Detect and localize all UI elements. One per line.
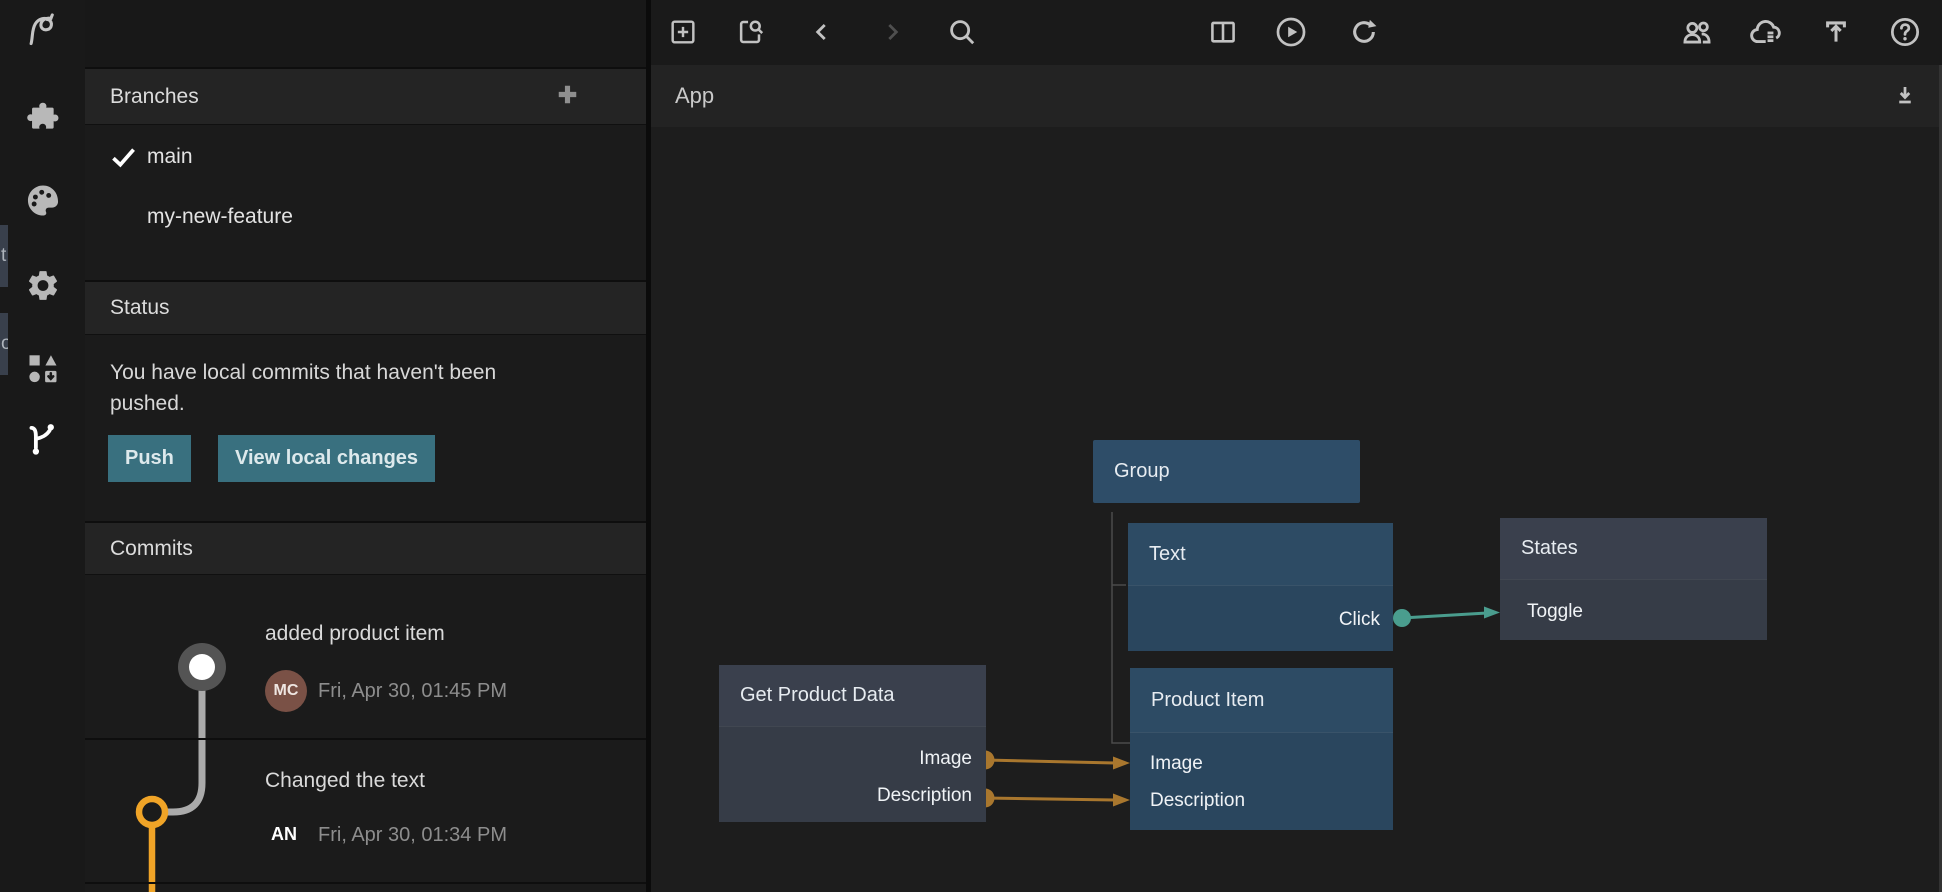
branch-item-my-new-feature[interactable]: my-new-feature — [85, 192, 646, 242]
branches-list: main my-new-feature — [85, 125, 646, 277]
components-icon[interactable] — [25, 100, 61, 141]
node-get-product-data[interactable]: Get Product Data Image Description — [719, 665, 986, 822]
help-icon — [1889, 16, 1922, 49]
node-text[interactable]: Text Click — [1128, 523, 1393, 651]
search-icon — [946, 16, 978, 48]
divider — [85, 738, 646, 740]
push-button[interactable]: Push — [108, 435, 191, 482]
add-node-icon — [668, 17, 699, 48]
panel-top-spacer — [85, 0, 646, 67]
download-icon — [1890, 81, 1920, 111]
connection-image — [976, 751, 1131, 770]
window-edge-fragment: o — [0, 313, 8, 375]
add-branch-button[interactable] — [557, 84, 578, 110]
commit-message: Changed the text — [265, 769, 425, 793]
node-title: Product Item — [1130, 668, 1393, 732]
chevron-right-icon — [879, 19, 905, 45]
node-title: Get Product Data — [719, 665, 986, 726]
commit-dot-branch — [139, 799, 165, 825]
output-port-description[interactable]: Description — [877, 785, 972, 807]
node-body: Image Description — [719, 726, 986, 822]
output-port-click[interactable]: Click — [1339, 609, 1380, 631]
view-local-changes-button[interactable]: View local changes — [218, 435, 435, 482]
version-control-panel: Branches main my-new-feature Status You … — [85, 0, 646, 892]
node-product-item[interactable]: Product Item Image Description — [1130, 668, 1393, 830]
users-icon — [1680, 15, 1715, 50]
node-body: Click — [1128, 585, 1393, 651]
play-icon — [1274, 15, 1308, 49]
input-port-description[interactable]: Description — [1150, 790, 1245, 812]
component-search-button[interactable] — [735, 16, 767, 48]
styles-palette-icon[interactable] — [24, 182, 62, 225]
split-view-button[interactable] — [1208, 17, 1239, 48]
settings-gear-icon[interactable] — [25, 268, 61, 309]
status-title: Status — [110, 296, 170, 320]
status-message: You have local commits that haven't been… — [110, 357, 520, 419]
branch-name: main — [147, 145, 193, 169]
commit-timestamp: Fri, Apr 30, 01:45 PM — [318, 680, 507, 703]
connection-description — [976, 789, 1131, 808]
help-button[interactable] — [1889, 16, 1922, 49]
node-canvas[interactable]: Group Text Click States Toggle Get Produ… — [651, 127, 1942, 892]
cloud-services-button[interactable] — [1748, 14, 1785, 51]
add-node-button[interactable] — [668, 17, 699, 48]
commits-title: Commits — [110, 537, 193, 561]
navigate-forward-button[interactable] — [879, 19, 905, 45]
commits-section-header: Commits — [85, 521, 646, 575]
branches-title: Branches — [110, 85, 199, 109]
commit-timestamp: Fri, Apr 30, 01:34 PM — [318, 824, 507, 847]
input-port-image[interactable]: Image — [1150, 753, 1203, 775]
navigate-back-button[interactable] — [809, 19, 835, 45]
preview-play-button[interactable] — [1274, 15, 1308, 49]
avatar-initials: AN — [271, 824, 297, 845]
upload-icon — [1820, 16, 1853, 49]
editor-main: App — [651, 0, 1942, 892]
icon-rail: t o — [0, 0, 85, 892]
component-search-icon — [735, 16, 767, 48]
toolbar — [651, 0, 1942, 65]
noodl-logo-icon[interactable] — [24, 12, 62, 55]
branch-name: my-new-feature — [147, 205, 293, 229]
commit-dot — [189, 654, 215, 680]
node-title: Text — [1128, 523, 1393, 585]
node-states[interactable]: States Toggle — [1500, 518, 1767, 640]
component-title: App — [675, 83, 714, 109]
node-title: States — [1500, 518, 1767, 579]
status-section-header: Status — [85, 280, 646, 335]
deploy-button[interactable] — [1820, 16, 1853, 49]
connection-click-toggle — [1393, 607, 1500, 628]
commit-message: added product item — [265, 622, 445, 646]
window-edge-fragment: t — [0, 225, 8, 287]
status-section-body: You have local commits that haven't been… — [85, 335, 646, 518]
node-body: Image Description — [1130, 732, 1393, 830]
checkmark-icon — [110, 146, 147, 169]
avatar: MC — [265, 670, 307, 712]
plus-icon — [557, 84, 578, 105]
download-button[interactable] — [1890, 81, 1920, 111]
marketplace-icon[interactable] — [25, 351, 61, 392]
node-title: Group — [1093, 440, 1360, 503]
version-control-icon[interactable] — [24, 418, 62, 465]
commits-list: added product item MC Fri, Apr 30, 01:45… — [85, 575, 646, 892]
split-view-icon — [1208, 17, 1239, 48]
output-port-image[interactable]: Image — [919, 748, 972, 770]
divider — [85, 882, 646, 884]
branch-item-main[interactable]: main — [85, 132, 646, 182]
component-tab-bar: App — [651, 65, 1942, 127]
node-group[interactable]: Group — [1093, 440, 1360, 503]
branches-section-header: Branches — [85, 67, 646, 125]
search-button[interactable] — [946, 16, 978, 48]
node-body: Toggle — [1500, 579, 1767, 640]
input-port-toggle[interactable]: Toggle — [1527, 601, 1583, 623]
refresh-button[interactable] — [1348, 16, 1380, 48]
chevron-left-icon — [809, 19, 835, 45]
cloud-data-icon — [1748, 14, 1785, 51]
refresh-icon — [1348, 16, 1380, 48]
collaborators-button[interactable] — [1680, 15, 1715, 50]
